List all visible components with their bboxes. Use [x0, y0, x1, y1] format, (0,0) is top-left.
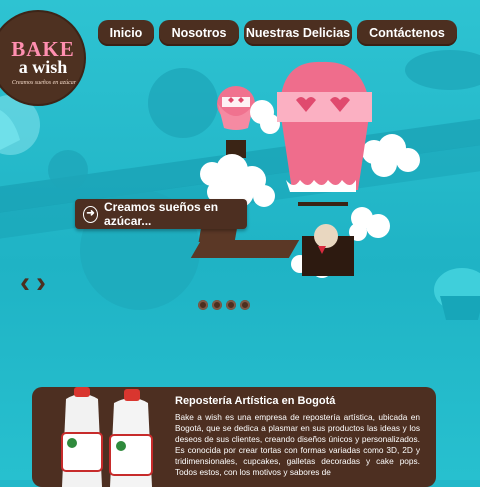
ribbon-shape	[190, 240, 300, 258]
nav-item-nosotros[interactable]: Nosotros	[159, 20, 239, 46]
about-text: Bake a wish es una empresa de repostería…	[175, 412, 420, 477]
slider-dot-2[interactable]	[212, 300, 222, 310]
slider-dot-3[interactable]	[226, 300, 236, 310]
product-photo	[61, 387, 153, 487]
small-balloon-icon	[217, 86, 255, 158]
slider-dot-4[interactable]	[240, 300, 250, 310]
cupcake-icon	[0, 110, 20, 150]
nav-item-contactenos[interactable]: Contáctenos	[357, 20, 457, 46]
slider-next-chevron-icon[interactable]: ›	[36, 268, 46, 298]
about-title: Repostería Artística en Bogotá	[175, 395, 336, 407]
slider-pagination	[198, 300, 250, 310]
nav-item-delicias[interactable]: Nuestras Delicias	[244, 20, 352, 46]
main-nav: Inicio Nosotros Nuestras Delicias Contác…	[98, 20, 457, 46]
about-panel: Repostería Artística en Bogotá Bake a wi…	[32, 387, 436, 487]
logo-subtitle: a wish	[18, 57, 68, 77]
slider-prev-chevron-icon[interactable]: ‹	[20, 268, 30, 298]
slider-dot-1[interactable]	[198, 300, 208, 310]
slider-caption: Creamos sueños en azúcar...	[104, 200, 219, 228]
nav-item-inicio[interactable]: Inicio	[98, 20, 154, 46]
arrow-right-icon: ➜	[83, 205, 99, 223]
slider-caption-button[interactable]: ➜ Creamos sueños en azúcar...	[75, 199, 247, 229]
logo-tagline: Creamos sueños en azúcar	[11, 80, 77, 86]
cupcake-icon	[434, 268, 480, 320]
